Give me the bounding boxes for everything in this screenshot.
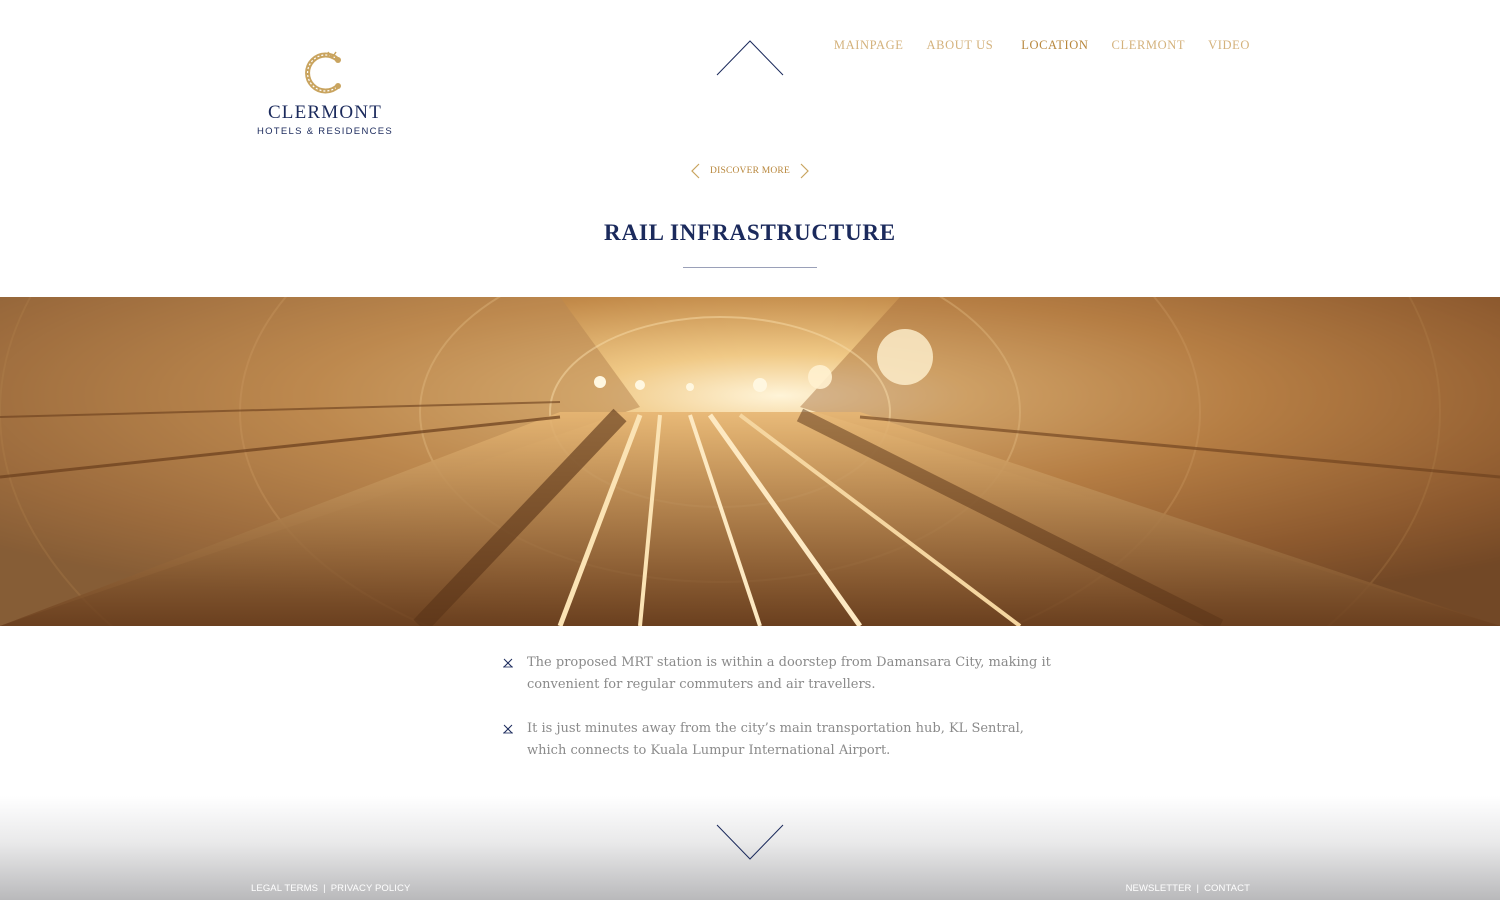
list-item: The proposed MRT station is within a doo…: [502, 652, 1062, 696]
nav-item-about-us[interactable]: ABOUT US: [927, 38, 994, 53]
nav-item-clermont[interactable]: CLERMONT: [1112, 38, 1186, 53]
brand-tagline: HOTELS & RESIDENCES: [256, 126, 394, 137]
section-title: RAIL INFRASTRUCTURE: [604, 220, 896, 245]
chevron-right-icon[interactable]: [800, 163, 810, 179]
title-divider: [683, 267, 817, 268]
cross-bullet-icon: [503, 658, 513, 668]
bullet-text: The proposed MRT station is within a doo…: [527, 655, 1051, 692]
chevron-down-icon[interactable]: [716, 824, 784, 860]
brand-name: CLERMONT: [267, 102, 383, 123]
hero-image: [0, 297, 1500, 626]
chevron-left-icon[interactable]: [690, 163, 700, 179]
contact-link[interactable]: CONTACT: [1204, 883, 1250, 894]
nav-item-video[interactable]: VIDEO: [1208, 38, 1250, 53]
feature-list: The proposed MRT station is within a doo…: [502, 652, 1062, 784]
main-nav: MAINPAGE ABOUT US LOCATION CLERMONT VIDE…: [811, 38, 1250, 53]
footer-left-links: LEGAL TERMS | PRIVACY POLICY: [251, 883, 410, 894]
brand-logo[interactable]: CLERMONT HOTELS & RESIDENCES: [250, 48, 400, 137]
footer-separator: |: [1196, 883, 1200, 894]
list-item: It is just minutes away from the city’s …: [502, 718, 1062, 762]
nav-item-mainpage[interactable]: MAINPAGE: [834, 38, 904, 53]
nav-item-location[interactable]: LOCATION: [1021, 38, 1088, 53]
privacy-policy-link[interactable]: PRIVACY POLICY: [331, 883, 411, 894]
bullet-text: It is just minutes away from the city’s …: [527, 721, 1024, 758]
newsletter-link[interactable]: NEWSLETTER: [1126, 883, 1192, 894]
legal-terms-link[interactable]: LEGAL TERMS: [251, 883, 318, 894]
footer-separator: |: [323, 883, 326, 894]
discover-more: DISCOVER MORE: [690, 162, 810, 180]
cross-bullet-icon: [503, 724, 513, 734]
footer-right-links: NEWSLETTER | CONTACT: [1126, 883, 1250, 894]
chevron-up-icon[interactable]: [716, 40, 784, 76]
discover-more-label[interactable]: DISCOVER MORE: [710, 166, 790, 176]
clermont-monogram-icon: [305, 51, 341, 94]
